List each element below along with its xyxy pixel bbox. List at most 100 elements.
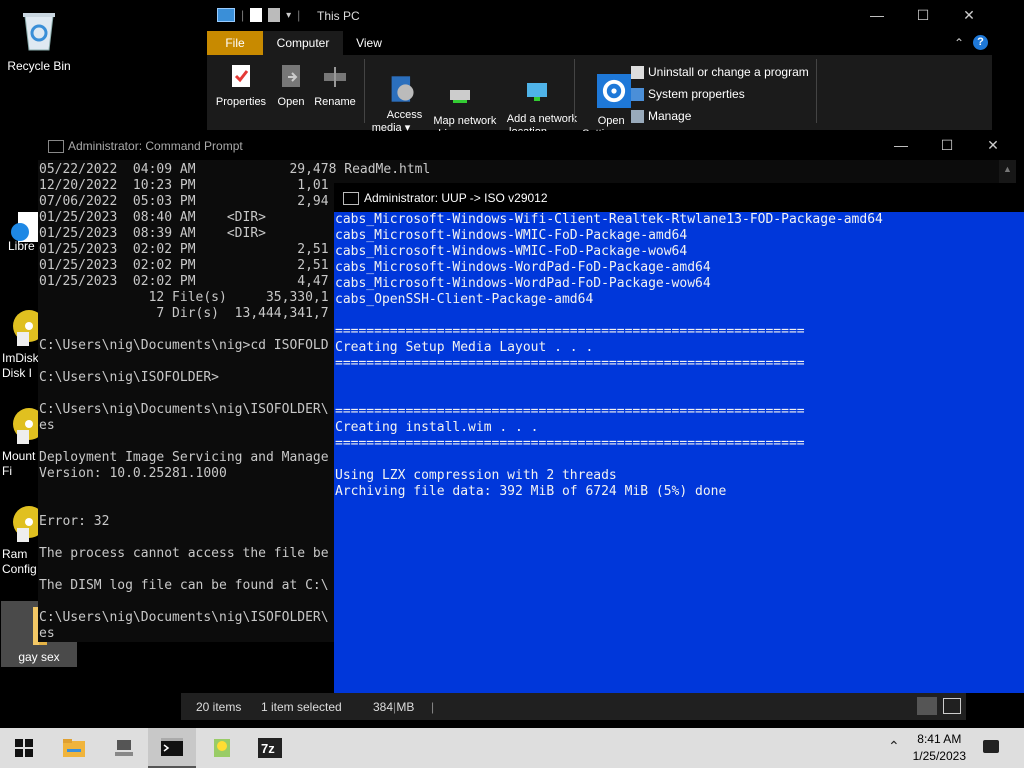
taskbar-clock[interactable]: 8:41 AM 1/25/2023	[913, 731, 966, 765]
help-icon[interactable]: ?	[973, 35, 988, 50]
uup-output-line	[335, 308, 883, 324]
recycle-bin-icon[interactable]: Recycle Bin	[4, 8, 74, 73]
ramdisk-config-shortcut[interactable]: Ram Config	[2, 504, 45, 577]
ribbon-separator	[574, 59, 575, 123]
system-properties-icon	[631, 87, 644, 101]
manage-link[interactable]: Manage	[631, 105, 809, 127]
uup-output-line: ========================================…	[335, 436, 805, 451]
collapse-ribbon-icon[interactable]: ⌃	[954, 36, 964, 50]
cmd-output-line: 05/22/2022 04:09 AM 29,478 ReadMe.html	[39, 162, 431, 177]
uninstall-icon	[631, 65, 644, 79]
file-explorer-window[interactable]: | ▾ | This PC — ☐ ✕ File Computer View ⌃…	[207, 0, 992, 140]
tab-file[interactable]: File	[207, 31, 263, 55]
rename-button[interactable]: Rename	[313, 63, 357, 109]
ribbon-separator	[816, 59, 817, 123]
uup-output-line: Archiving file data: 392 MiB of 6724 MiB…	[335, 484, 727, 499]
customize-quick-access-icon[interactable]: ▾	[286, 10, 291, 21]
uup-console-output[interactable]: cabs_Microsoft-Windows-Wifi-Client-Realt…	[335, 212, 883, 500]
selected-count: 1 item selected	[261, 700, 342, 714]
tab-view[interactable]: View	[343, 31, 395, 55]
this-pc-icon[interactable]	[217, 8, 235, 22]
uup-output-line: cabs_Microsoft-Windows-Wifi-Client-Realt…	[335, 212, 883, 227]
windows-logo-icon	[15, 739, 33, 757]
taskbar-file-explorer[interactable]	[50, 728, 98, 768]
uup-titlebar[interactable]: Administrator: UUP -> ISO v29012	[334, 183, 1024, 212]
svg-text:7z: 7z	[261, 741, 275, 756]
window-title: This PC	[317, 9, 360, 23]
system-properties-label: System properties	[648, 87, 745, 101]
rename-icon	[324, 67, 346, 87]
open-label: Open	[277, 96, 305, 108]
uup-output-line: Creating Setup Media Layout . . .	[335, 340, 594, 355]
show-hidden-icons-chevron-icon[interactable]: ⌃	[888, 738, 900, 755]
details-view-icon[interactable]	[917, 697, 937, 715]
clock-time: 8:41 AM	[917, 732, 962, 746]
uninstall-label: Uninstall or change a program	[648, 65, 809, 79]
lightbulb-icon	[214, 739, 230, 757]
quick-access-toolbar: | ▾ |	[217, 8, 300, 22]
close-button[interactable]: ✕	[946, 0, 992, 31]
mount-label: Mount Fi	[2, 449, 36, 478]
folder-icon	[63, 739, 85, 757]
ribbon-tabs: File Computer View ⌃ ?	[207, 31, 992, 55]
cmd-close-button[interactable]: ✕	[970, 131, 1016, 160]
uup-output-line: cabs_Microsoft-Windows-WordPad-FoD-Packa…	[335, 260, 711, 275]
taskbar-command-prompt[interactable]	[148, 728, 196, 768]
uup-output-line: ========================================…	[335, 356, 805, 371]
tab-computer[interactable]: Computer	[263, 31, 343, 55]
cmd-window-controls: — ☐ ✕	[878, 131, 1016, 160]
imdisk-shortcut[interactable]: ImDisk Disk I	[2, 308, 45, 381]
cmd-titlebar[interactable]: Administrator: Command Prompt — ☐ ✕	[38, 131, 1016, 160]
uup-output-line	[335, 452, 883, 468]
uup-output-line: ========================================…	[335, 404, 805, 419]
rename-label: Rename	[314, 96, 356, 108]
7zip-icon: 7z	[258, 738, 282, 758]
network-drive-icon	[450, 90, 471, 103]
uup-output-line: Using LZX compression with 2 threads	[335, 468, 617, 483]
mount-file-shortcut[interactable]: Mount Fi	[2, 406, 45, 479]
manage-label: Manage	[648, 109, 692, 123]
command-prompt-icon	[161, 738, 183, 756]
network-location-icon	[527, 83, 548, 101]
cmd-icon	[48, 140, 64, 153]
separator: |	[241, 8, 245, 22]
uup-output-line: Creating install.wim . . .	[335, 420, 539, 435]
taskbar-7zip[interactable]: 7z	[246, 728, 294, 768]
network-icon	[115, 740, 133, 756]
properties-quick-icon[interactable]	[250, 8, 263, 22]
explorer-titlebar[interactable]: | ▾ | This PC — ☐ ✕	[207, 0, 992, 31]
maximize-button[interactable]: ☐	[900, 0, 946, 31]
cmd-maximize-button[interactable]: ☐	[924, 131, 970, 160]
ribbon-content: Properties Open Rename Access media ▾ Ma…	[207, 55, 992, 140]
uup-output-line: cabs_Microsoft-Windows-WMIC-FoD-Package-…	[335, 228, 688, 243]
access-media-icon	[391, 76, 414, 102]
disc-icon	[13, 310, 45, 346]
manage-icon	[631, 109, 644, 123]
open-button[interactable]: Open	[273, 63, 309, 109]
uup-output-line: ========================================…	[335, 324, 805, 339]
start-button[interactable]	[0, 728, 48, 768]
folder-label: gay sex	[18, 650, 60, 664]
large-icons-view-icon[interactable]	[943, 698, 961, 714]
scroll-up-icon[interactable]: ▲	[999, 164, 1016, 174]
recycle-bin-label: Recycle Bin	[7, 59, 71, 73]
separator: |	[297, 8, 301, 22]
cmd-minimize-button[interactable]: —	[878, 131, 924, 160]
minimize-button[interactable]: —	[854, 0, 900, 31]
uninstall-program-link[interactable]: Uninstall or change a program	[631, 61, 809, 83]
taskbar-notes-app[interactable]	[198, 728, 246, 768]
taskbar-network-app[interactable]	[100, 728, 148, 768]
status-separator: |	[393, 700, 397, 714]
uup-output-line: cabs_Microsoft-Windows-WordPad-FoD-Packa…	[335, 276, 711, 291]
notifications-icon[interactable]	[983, 740, 999, 753]
status-separator: |	[431, 700, 435, 714]
properties-icon	[232, 65, 250, 87]
properties-button[interactable]: Properties	[215, 63, 267, 109]
uup-iso-window[interactable]: Administrator: UUP -> ISO v29012 cabs_Mi…	[334, 183, 1024, 693]
uup-output-line	[335, 388, 883, 404]
ramdisk-icon	[13, 506, 45, 542]
libreoffice-shortcut[interactable]: Libre	[8, 208, 42, 253]
new-folder-quick-icon[interactable]	[268, 8, 281, 22]
clock-date: 1/25/2023	[912, 749, 966, 763]
system-properties-link[interactable]: System properties	[631, 83, 809, 105]
